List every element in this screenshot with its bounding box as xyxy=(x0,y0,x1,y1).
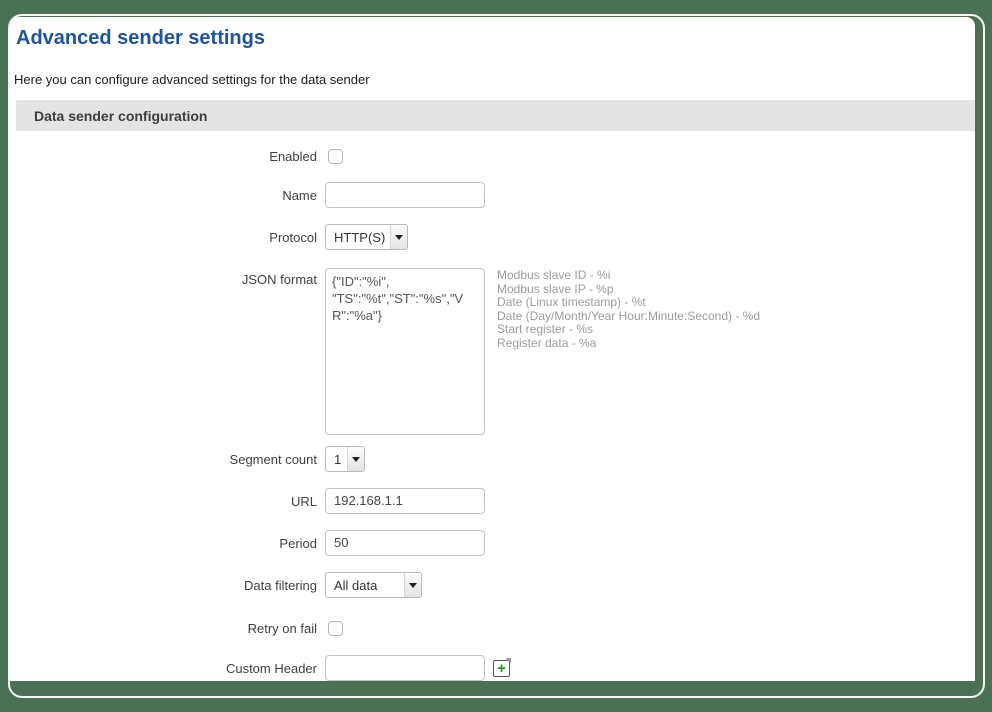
page-subtitle: Here you can configure advanced settings… xyxy=(14,72,370,87)
section-header-title: Data sender configuration xyxy=(34,107,208,124)
retry-on-fail-label: Retry on fail xyxy=(247,621,317,636)
name-input[interactable] xyxy=(325,182,485,208)
hint-date-linux-timestamp: Date (Linux timestamp) - %t xyxy=(497,295,646,309)
hint-modbus-slave-ip: Modbus slave IP - %p xyxy=(497,281,614,296)
custom-header-label: Custom Header xyxy=(225,660,317,676)
segment-count-select-wrap: 1 xyxy=(325,446,365,472)
hint-modbus-slave-id: Modbus slave ID - %i xyxy=(497,268,611,282)
url-row: URL xyxy=(16,488,975,514)
protocol-label: Protocol xyxy=(269,229,317,245)
json-format-textarea[interactable]: {"ID":"%i", "TS":"%t","ST":"%s","VR":"%a… xyxy=(325,268,485,435)
data-filtering-select[interactable]: All data xyxy=(325,572,422,598)
name-label: Name xyxy=(282,187,317,203)
url-label: URL xyxy=(290,493,317,509)
segment-count-label: Segment count xyxy=(229,451,317,467)
period-row: Period xyxy=(16,530,975,556)
data-sender-form: Enabled Name Protocol HTTP(S) JSON forma… xyxy=(16,149,975,681)
segment-count-row: Segment count 1 xyxy=(16,446,975,472)
url-input[interactable] xyxy=(325,488,485,514)
protocol-select-wrap: HTTP(S) xyxy=(325,224,408,250)
page-title: Advanced sender settings xyxy=(16,27,265,49)
add-custom-header-button[interactable]: + xyxy=(493,659,510,677)
content-panel: Advanced sender settings Here you can co… xyxy=(10,17,975,681)
retry-on-fail-row: Retry on fail xyxy=(16,621,975,636)
data-filtering-row: Data filtering All data xyxy=(16,572,975,598)
hint-date-dmy: Date (Day/Month/Year Hour:Minute:Second)… xyxy=(497,308,761,323)
protocol-row: Protocol HTTP(S) xyxy=(16,224,975,250)
json-format-hints: Modbus slave ID - %i Modbus slave IP - %… xyxy=(497,268,760,350)
custom-header-input[interactable] xyxy=(325,655,485,681)
section-header: Data sender configuration xyxy=(16,100,975,131)
json-format-row: JSON format {"ID":"%i", "TS":"%t","ST":"… xyxy=(16,268,975,435)
name-row: Name xyxy=(16,182,975,208)
enabled-row: Enabled xyxy=(16,149,975,164)
data-filtering-select-wrap: All data xyxy=(325,572,422,598)
hint-register-data: Register data - %a xyxy=(497,335,597,350)
enabled-label: Enabled xyxy=(269,149,317,164)
protocol-select[interactable]: HTTP(S) xyxy=(325,224,408,250)
enabled-checkbox[interactable] xyxy=(328,149,343,164)
custom-header-row: Custom Header + xyxy=(16,655,975,681)
hint-start-register: Start register - %s xyxy=(497,322,594,336)
json-format-label: JSON format xyxy=(241,272,317,287)
retry-on-fail-checkbox[interactable] xyxy=(328,621,343,636)
data-filtering-label: Data filtering xyxy=(244,577,317,593)
period-input[interactable] xyxy=(325,530,485,556)
add-icon: + xyxy=(497,659,506,677)
segment-count-select[interactable]: 1 xyxy=(325,446,365,472)
period-label: Period xyxy=(279,535,317,551)
